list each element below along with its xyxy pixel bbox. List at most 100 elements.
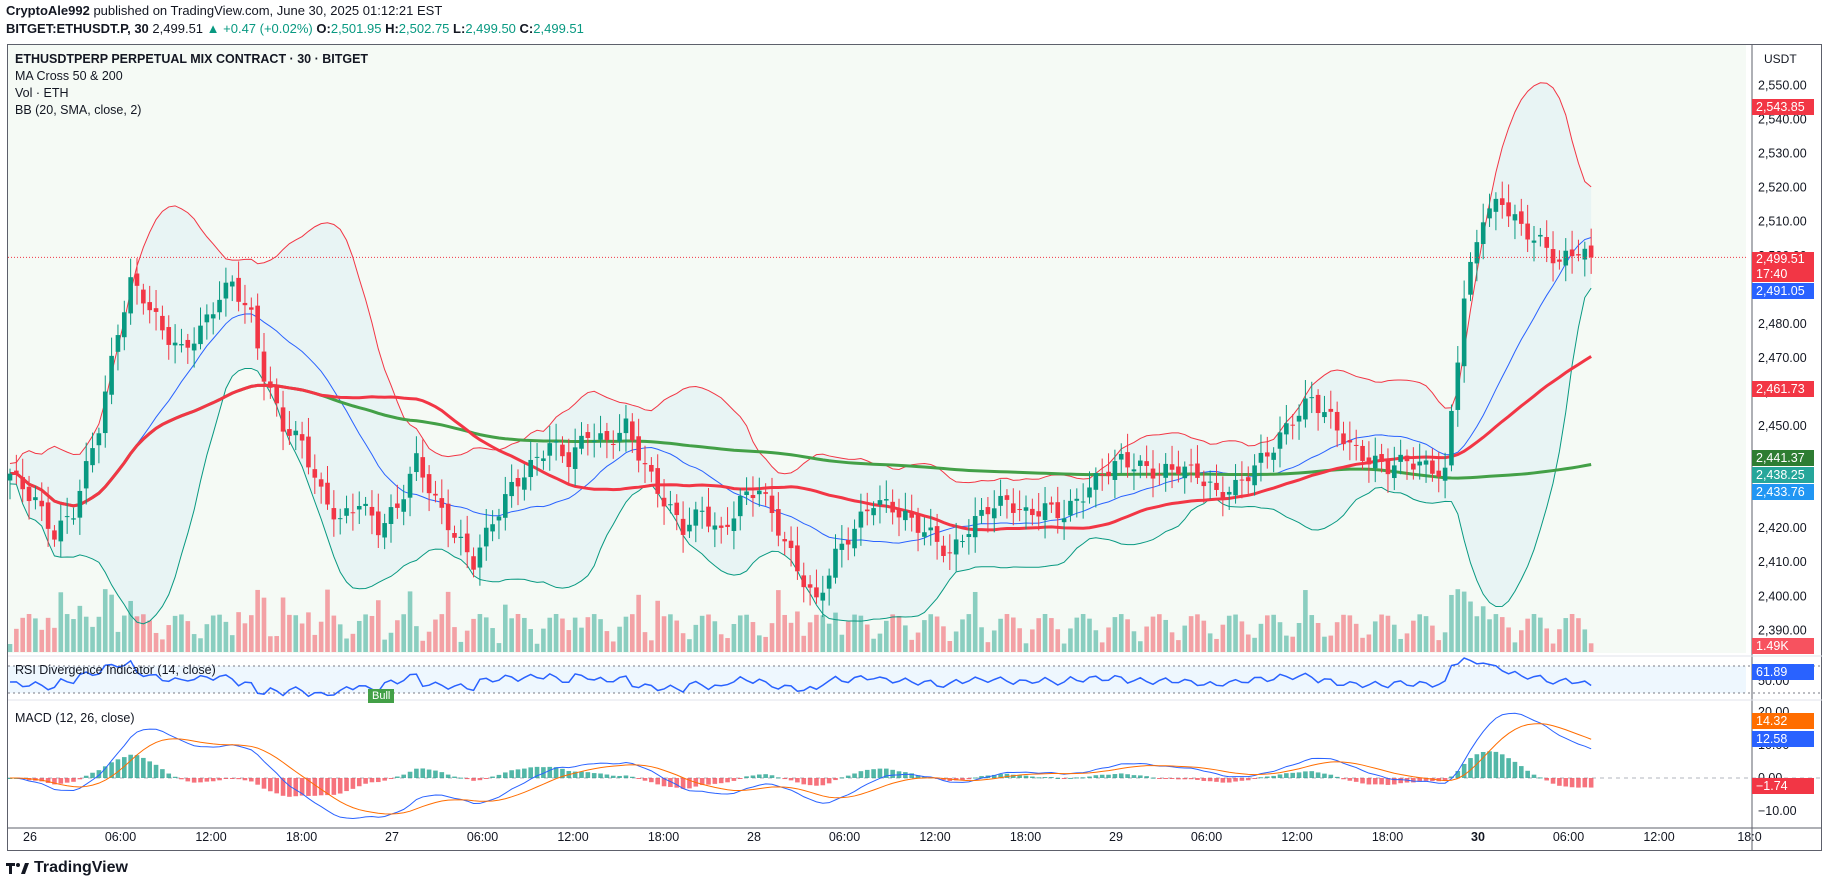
volume-bar bbox=[693, 624, 699, 652]
macd-histogram-bar bbox=[1099, 774, 1105, 778]
volume-bar bbox=[1430, 625, 1435, 652]
volume-bar bbox=[718, 634, 724, 652]
macd-histogram-bar bbox=[871, 769, 876, 778]
macd-histogram-bar bbox=[1150, 777, 1156, 779]
macd-histogram-bar bbox=[623, 775, 629, 778]
macd-histogram-bar bbox=[490, 776, 495, 778]
macd-histogram-bar bbox=[471, 778, 476, 781]
volume-bar bbox=[1030, 629, 1035, 652]
chart-canvas[interactable]: 50.00 20.0010.000.00−10.00 2,550.002,540… bbox=[0, 0, 1829, 886]
bb-basis-tag: 2,491.05 bbox=[1752, 283, 1814, 299]
candle-body bbox=[1487, 208, 1492, 219]
volume-bar bbox=[915, 632, 921, 652]
macd-histogram-bar bbox=[141, 757, 146, 778]
candle-body bbox=[833, 548, 838, 578]
volume-bar bbox=[344, 638, 349, 652]
candle-body bbox=[1588, 245, 1594, 258]
macd-histogram-bar bbox=[649, 778, 654, 783]
volume-bar bbox=[458, 641, 464, 652]
candle-body bbox=[1284, 423, 1289, 435]
candle-body bbox=[661, 497, 667, 507]
volume-bar bbox=[1188, 616, 1194, 652]
candle-body bbox=[674, 502, 680, 516]
volume-bar bbox=[674, 620, 680, 652]
candle-body bbox=[909, 511, 914, 518]
volume-bar bbox=[845, 621, 851, 652]
macd-histogram-bar bbox=[1550, 778, 1556, 784]
candle-body bbox=[356, 506, 362, 510]
candle-body bbox=[630, 421, 635, 441]
bb-lower-tag: 2,433.76 bbox=[1752, 484, 1814, 500]
candle-body bbox=[1233, 479, 1238, 496]
macd-histogram-bar bbox=[1245, 778, 1251, 781]
volume-bar bbox=[1157, 614, 1162, 652]
candle-body bbox=[414, 453, 419, 473]
legend-macd[interactable]: MACD (12, 26, close) bbox=[15, 711, 134, 725]
candle-body bbox=[1030, 508, 1035, 516]
candle-body bbox=[420, 457, 426, 478]
volume-bar bbox=[1201, 620, 1207, 652]
macd-histogram-bar bbox=[274, 778, 279, 794]
candle-body bbox=[649, 464, 654, 472]
volume-bar bbox=[128, 600, 133, 652]
candle-body bbox=[566, 452, 572, 468]
candle-body bbox=[39, 500, 45, 507]
candle-body bbox=[433, 493, 438, 496]
volume-bar bbox=[1398, 638, 1403, 652]
legend-rsi[interactable]: RSI Divergence Indicator (14, close) bbox=[15, 663, 216, 677]
candle-body bbox=[864, 509, 870, 512]
volume-bar bbox=[1449, 594, 1454, 652]
macd-histogram-bar bbox=[1576, 778, 1581, 788]
volume-bar bbox=[1106, 627, 1111, 652]
volume-bar bbox=[395, 620, 400, 652]
legend-ma[interactable]: MA Cross 50 & 200 bbox=[15, 69, 123, 83]
candle-body bbox=[737, 495, 743, 517]
volume-bar bbox=[1169, 632, 1175, 652]
macd-histogram-bar bbox=[858, 771, 864, 778]
volume-bar bbox=[896, 616, 902, 652]
macd-histogram-bar bbox=[737, 778, 743, 779]
candle-body bbox=[1398, 454, 1403, 462]
candle-body bbox=[204, 314, 210, 323]
macd-histogram-bar bbox=[1061, 778, 1067, 779]
macd-histogram-bar bbox=[807, 778, 813, 786]
price-tag: 2,499.51 17:40 bbox=[1752, 252, 1814, 282]
macd-histogram-bar bbox=[255, 778, 260, 785]
time-tick-label: 12:00 bbox=[1643, 830, 1674, 844]
macd-histogram-bar bbox=[1531, 774, 1537, 778]
macd-histogram-bar bbox=[1049, 777, 1054, 779]
volume-bar bbox=[903, 625, 908, 652]
candle-body bbox=[922, 532, 927, 537]
volume-bar bbox=[217, 614, 222, 652]
macd-histogram-bar bbox=[420, 768, 426, 778]
macd-histogram-bar bbox=[477, 778, 483, 781]
candle-body bbox=[274, 384, 279, 404]
macd-histogram-bar bbox=[433, 770, 438, 778]
candle-body bbox=[807, 584, 813, 588]
macd-histogram-bar bbox=[1303, 771, 1308, 778]
macd-histogram-bar bbox=[1118, 773, 1124, 778]
candle-body bbox=[1347, 440, 1353, 443]
macd-histogram-bar bbox=[1074, 777, 1080, 779]
candle-body bbox=[687, 524, 692, 532]
legend-vol[interactable]: Vol · ETH bbox=[15, 86, 69, 100]
candle-body bbox=[1099, 474, 1105, 476]
brand[interactable]: TradingView bbox=[6, 859, 128, 877]
macd-histogram-bar bbox=[1258, 777, 1264, 779]
volume-bar bbox=[433, 619, 438, 652]
candle-body bbox=[1214, 482, 1219, 490]
volume-bar bbox=[877, 633, 883, 652]
macd-histogram-bar bbox=[528, 767, 533, 778]
currency-label[interactable]: USDT bbox=[1764, 52, 1797, 66]
volume-bar bbox=[388, 632, 394, 652]
volume-bar bbox=[1563, 618, 1569, 652]
candle-body bbox=[985, 507, 991, 515]
candle-body bbox=[376, 511, 381, 536]
volume-bar bbox=[1011, 617, 1016, 652]
candle-body bbox=[591, 440, 597, 442]
volume-bar bbox=[528, 629, 533, 652]
volume-bar bbox=[471, 618, 476, 652]
candle-body bbox=[928, 527, 934, 531]
legend-bb[interactable]: BB (20, SMA, close, 2) bbox=[15, 103, 141, 117]
candle-body bbox=[325, 482, 330, 505]
